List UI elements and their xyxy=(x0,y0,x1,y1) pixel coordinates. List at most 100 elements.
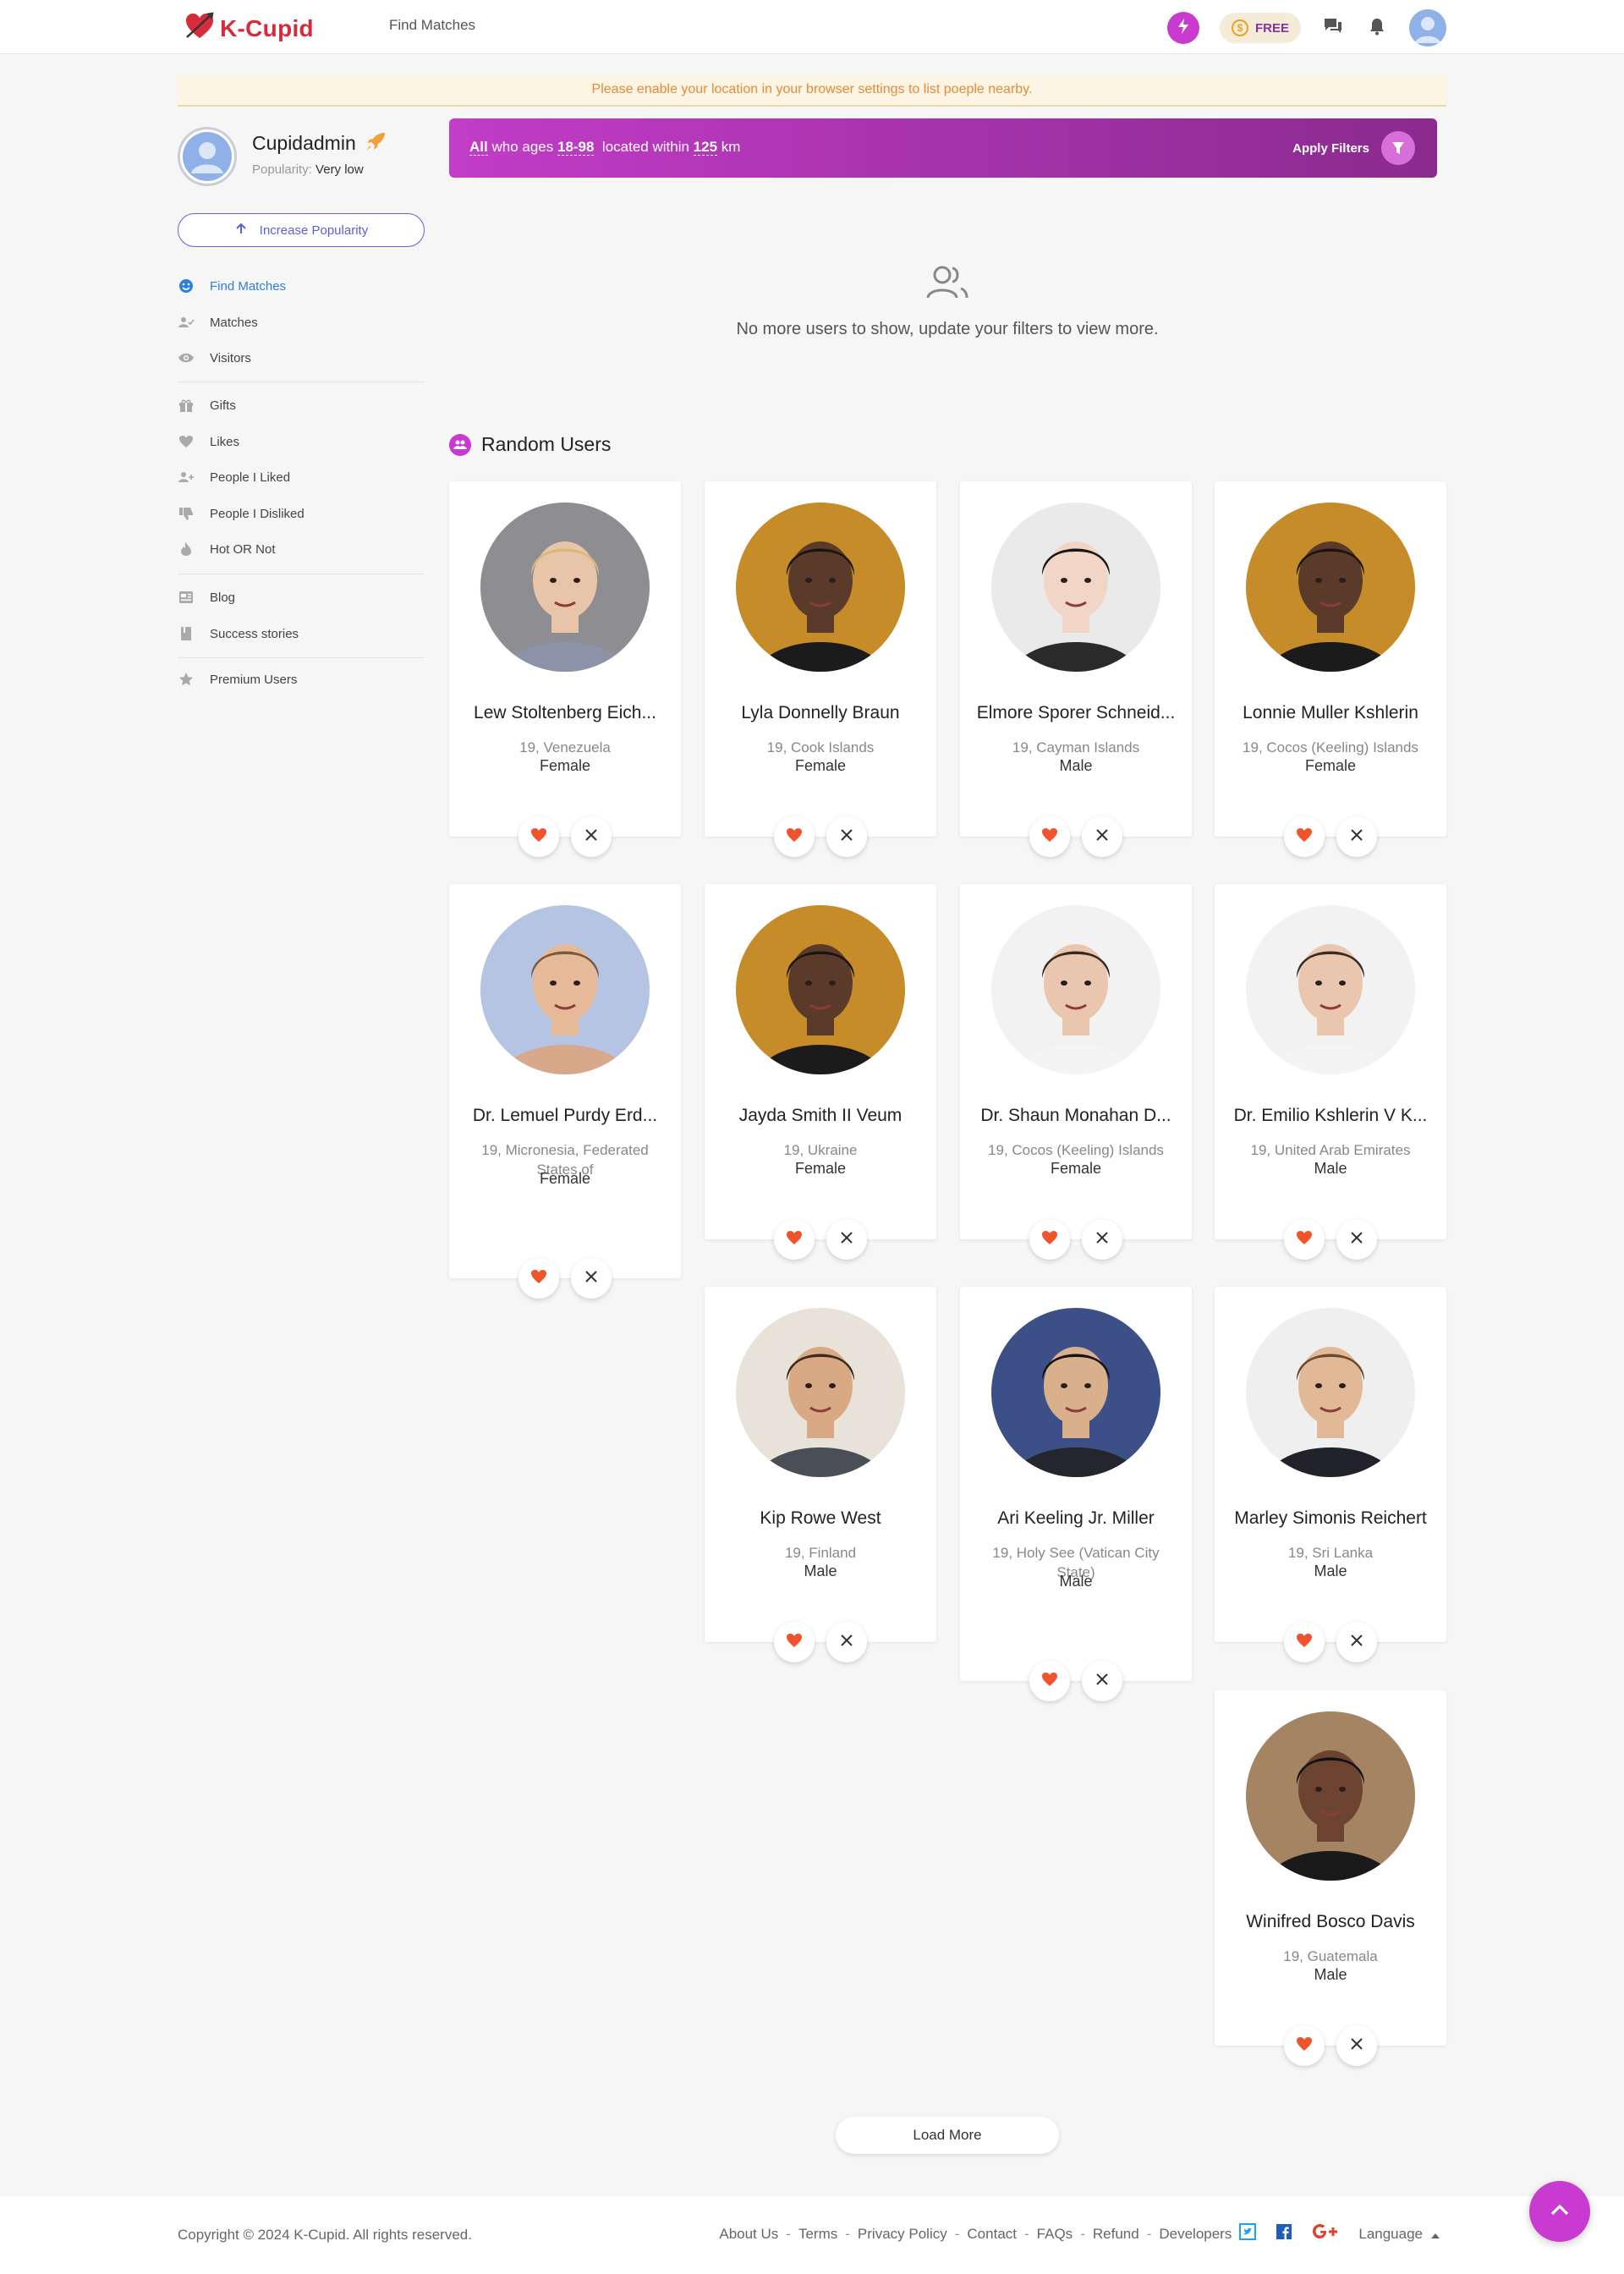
dislike-button[interactable] xyxy=(1336,1219,1377,1260)
user-card[interactable]: Marley Simonis Reichert 19, Sri Lanka Male xyxy=(1215,1287,1446,1662)
user-photo[interactable] xyxy=(480,905,650,1074)
sidebar-item-people-disliked[interactable]: People I Disliked xyxy=(178,502,304,525)
user-name[interactable]: Elmore Sporer Schneid... xyxy=(968,703,1183,723)
user-card[interactable]: Dr. Emilio Kshlerin V K... 19, United Ara… xyxy=(1215,884,1446,1260)
dislike-button[interactable] xyxy=(826,816,867,857)
like-button[interactable] xyxy=(774,1219,815,1260)
sidebar-item-visitors[interactable]: Visitors xyxy=(178,346,251,370)
like-button[interactable] xyxy=(774,816,815,857)
dislike-button[interactable] xyxy=(1082,1219,1122,1260)
credits-pill[interactable]: $ FREE xyxy=(1219,13,1301,43)
dislike-button[interactable] xyxy=(571,816,612,857)
footer-link-refund[interactable]: Refund xyxy=(1093,2226,1139,2243)
user-photo[interactable] xyxy=(736,1308,905,1477)
boost-button[interactable] xyxy=(1166,12,1199,44)
footer-link-developers[interactable]: Developers xyxy=(1159,2226,1232,2243)
user-photo[interactable] xyxy=(1246,1308,1415,1477)
user-name[interactable]: Marley Simonis Reichert xyxy=(1223,1508,1438,1529)
like-button[interactable] xyxy=(1284,1622,1325,1662)
sidebar-item-likes[interactable]: Likes xyxy=(178,430,239,453)
dislike-button[interactable] xyxy=(1082,816,1122,857)
logo[interactable]: K-Cupid xyxy=(184,12,314,45)
user-name[interactable]: Winifred Bosco Davis xyxy=(1223,1912,1438,1932)
like-button[interactable] xyxy=(518,1258,559,1299)
filter-age-range[interactable]: 18-98 xyxy=(557,139,595,156)
user-photo[interactable] xyxy=(1246,503,1415,672)
user-photo[interactable] xyxy=(480,503,650,672)
footer-link-terms[interactable]: Terms xyxy=(798,2226,837,2243)
sidebar-item-matches[interactable]: Matches xyxy=(178,310,258,334)
user-photo[interactable] xyxy=(1246,905,1415,1074)
dislike-button[interactable] xyxy=(826,1219,867,1260)
user-name[interactable]: Kip Rowe West xyxy=(713,1508,928,1529)
dislike-button[interactable] xyxy=(1336,2025,1377,2066)
load-more-button[interactable]: Load More xyxy=(836,2117,1059,2154)
increase-popularity-button[interactable]: Increase Popularity xyxy=(178,213,425,247)
twitter-icon[interactable] xyxy=(1239,2223,1257,2244)
heart-icon xyxy=(530,827,547,847)
user-name[interactable]: Ari Keeling Jr. Miller xyxy=(968,1508,1183,1529)
dislike-button[interactable] xyxy=(1336,816,1377,857)
sidebar-item-blog[interactable]: Blog xyxy=(178,585,235,609)
user-name[interactable]: Lyla Donnelly Braun xyxy=(713,703,928,723)
like-button[interactable] xyxy=(1284,2025,1325,2066)
user-photo[interactable] xyxy=(736,905,905,1074)
sidebar-item-gifts[interactable]: Gifts xyxy=(178,393,236,417)
like-button[interactable] xyxy=(1029,1219,1070,1260)
like-button[interactable] xyxy=(1029,1661,1070,1701)
user-avatar[interactable] xyxy=(1409,9,1446,47)
google-plus-icon[interactable] xyxy=(1312,2223,1339,2244)
nav-find-matches[interactable]: Find Matches xyxy=(389,17,475,34)
facebook-icon[interactable] xyxy=(1276,2223,1292,2244)
profile-avatar[interactable] xyxy=(178,127,237,186)
notifications-button[interactable] xyxy=(1365,16,1389,40)
dislike-button[interactable] xyxy=(571,1258,612,1299)
footer-link-about[interactable]: About Us xyxy=(719,2226,778,2243)
like-button[interactable] xyxy=(1284,1219,1325,1260)
scroll-to-top-button[interactable] xyxy=(1529,2181,1590,2242)
dislike-button[interactable] xyxy=(1336,1622,1377,1662)
user-photo[interactable] xyxy=(991,1308,1160,1477)
user-name[interactable]: Jayda Smith II Veum xyxy=(713,1106,928,1126)
sidebar-item-premium-users[interactable]: Premium Users xyxy=(178,667,297,691)
sidebar-item-hot-or-not[interactable]: Hot OR Not xyxy=(178,537,276,561)
language-selector[interactable]: Language xyxy=(1358,2226,1440,2243)
user-photo[interactable] xyxy=(1246,1711,1415,1881)
user-photo[interactable] xyxy=(736,503,905,672)
user-card[interactable]: Ari Keeling Jr. Miller 19, Holy See (Vati… xyxy=(960,1287,1192,1701)
user-photo[interactable] xyxy=(991,905,1160,1074)
user-card[interactable]: Kip Rowe West 19, Finland Male xyxy=(705,1287,936,1662)
user-name[interactable]: Lonnie Muller Kshlerin xyxy=(1223,703,1438,723)
sidebar-item-people-liked[interactable]: People I Liked xyxy=(178,465,290,489)
filter-who[interactable]: All xyxy=(469,139,488,156)
dislike-button[interactable] xyxy=(826,1622,867,1662)
close-icon xyxy=(1351,2037,1363,2054)
like-button[interactable] xyxy=(1284,816,1325,857)
user-card[interactable]: Dr. Lemuel Purdy Erd... 19, Micronesia, F… xyxy=(449,884,681,1299)
sidebar-item-find-matches[interactable]: Find Matches xyxy=(178,274,286,298)
user-card[interactable]: Dr. Shaun Monahan D... 19, Cocos (Keeling… xyxy=(960,884,1192,1260)
user-card[interactable]: Winifred Bosco Davis 19, Guatemala Male xyxy=(1215,1690,1446,2066)
dislike-button[interactable] xyxy=(1082,1661,1122,1701)
apply-filters-button[interactable]: Apply Filters xyxy=(1292,131,1415,165)
footer-link-privacy[interactable]: Privacy Policy xyxy=(858,2226,947,2243)
user-card[interactable]: Jayda Smith II Veum 19, Ukraine Female xyxy=(705,884,936,1260)
footer-link-faqs[interactable]: FAQs xyxy=(1037,2226,1073,2243)
like-button[interactable] xyxy=(518,816,559,857)
user-name[interactable]: Lew Stoltenberg Eich... xyxy=(458,703,672,723)
like-button[interactable] xyxy=(1029,816,1070,857)
user-card[interactable]: Elmore Sporer Schneid... 19, Cayman Islan… xyxy=(960,481,1192,857)
user-photo[interactable] xyxy=(991,503,1160,672)
like-button[interactable] xyxy=(774,1622,815,1662)
language-label: Language xyxy=(1358,2225,1423,2242)
user-name[interactable]: Dr. Lemuel Purdy Erd... xyxy=(458,1106,672,1126)
user-name[interactable]: Dr. Shaun Monahan D... xyxy=(968,1106,1183,1126)
user-card[interactable]: Lonnie Muller Kshlerin 19, Cocos (Keeling… xyxy=(1215,481,1446,857)
footer-link-contact[interactable]: Contact xyxy=(967,2226,1017,2243)
sidebar-item-success-stories[interactable]: Success stories xyxy=(178,622,299,645)
user-name[interactable]: Dr. Emilio Kshlerin V K... xyxy=(1223,1106,1438,1126)
user-card[interactable]: Lew Stoltenberg Eich... 19, Venezuela Fema… xyxy=(449,481,681,857)
user-card[interactable]: Lyla Donnelly Braun 19, Cook Islands Femal… xyxy=(705,481,936,857)
messages-button[interactable] xyxy=(1321,16,1345,40)
filter-distance[interactable]: 125 xyxy=(693,139,718,156)
